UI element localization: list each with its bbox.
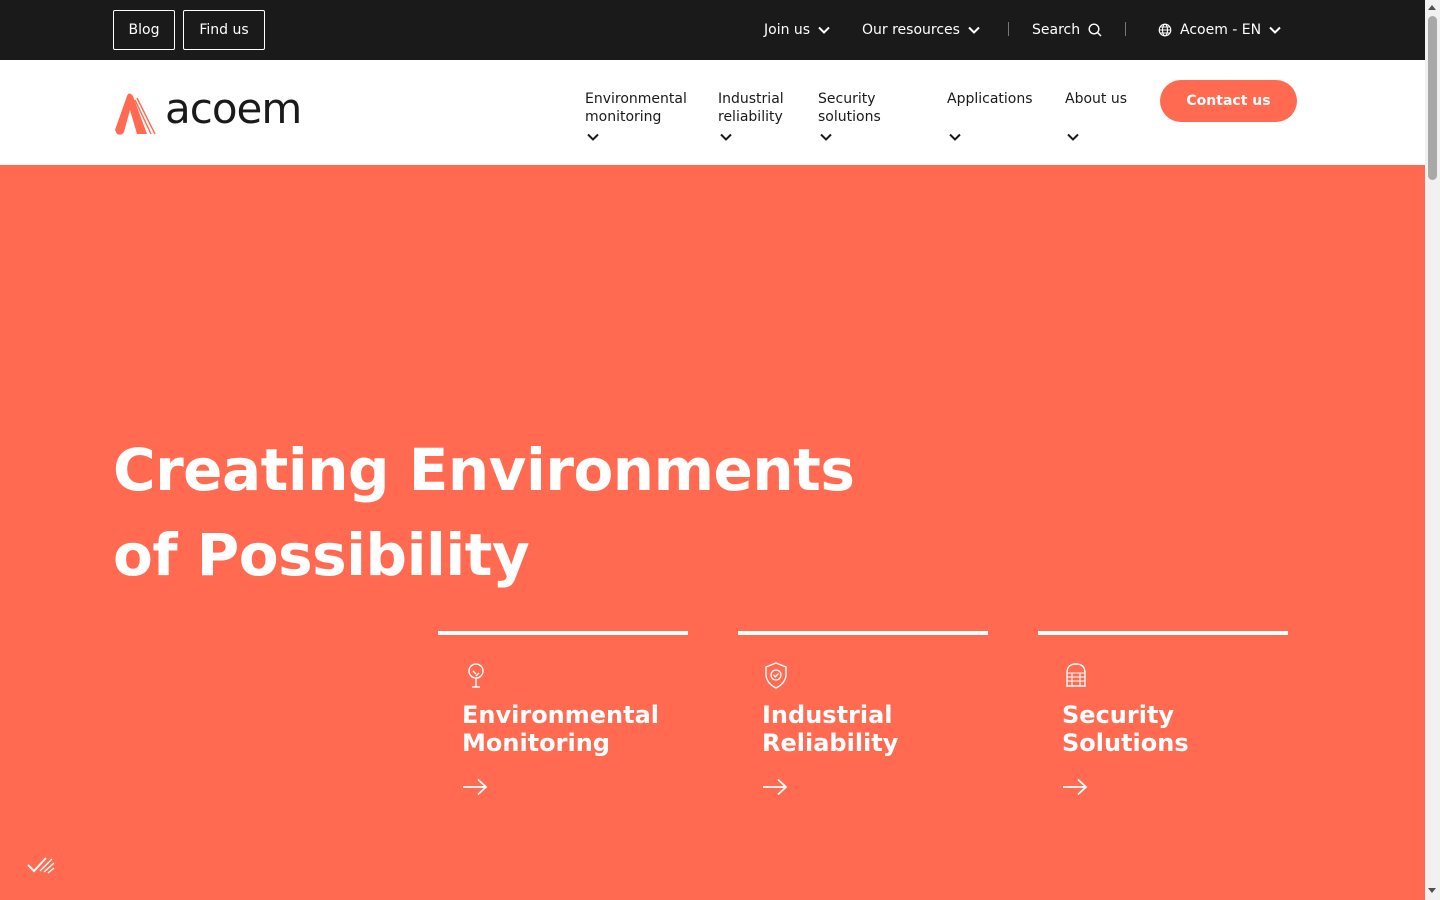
card-title: Environmental Monitoring — [462, 701, 672, 757]
arrow-right-icon — [1063, 778, 1088, 796]
globe-icon — [1158, 23, 1172, 37]
logo-mark-icon — [115, 93, 156, 135]
double-check-icon[interactable] — [26, 855, 56, 875]
language-label: Acoem - EN — [1180, 22, 1262, 38]
nav-environmental-monitoring[interactable]: Environmental monitoring — [585, 90, 695, 141]
card-title: Industrial Reliability — [762, 701, 972, 757]
hero-title: Creating Environments of Possibility — [113, 428, 1013, 598]
nav-label: Environmental monitoring — [585, 91, 687, 125]
chevron-down-icon — [1269, 26, 1281, 34]
our-resources-menu[interactable]: Our resources — [862, 18, 980, 42]
nav-security-solutions[interactable]: Security solutions — [818, 90, 898, 141]
search-button[interactable]: Search — [1032, 18, 1102, 42]
top-utility-bar: Blog Find us Join us Our resources Searc… — [0, 0, 1425, 60]
nav-label: About us — [1065, 91, 1128, 107]
hero-title-line-1: Creating Environments — [113, 436, 855, 504]
card-title-line-2: Monitoring — [462, 729, 610, 757]
chevron-down-icon — [818, 26, 830, 34]
arrow-right-icon — [763, 778, 788, 796]
card-title: Security Solutions — [1062, 701, 1272, 757]
nav-label: Industrial reliability — [718, 91, 784, 125]
blog-button[interactable]: Blog — [113, 10, 175, 50]
card-title-line-2: Reliability — [762, 729, 899, 757]
language-selector[interactable]: Acoem - EN — [1158, 18, 1281, 42]
chevron-down-icon — [1067, 133, 1079, 141]
chevron-down-icon — [820, 133, 832, 141]
divider — [1008, 22, 1009, 36]
card-industrial-reliability[interactable]: Industrial Reliability — [738, 631, 988, 811]
shield-check-icon — [765, 662, 787, 689]
contact-us-button[interactable]: Contact us — [1160, 80, 1297, 122]
search-icon — [1088, 23, 1102, 37]
security-device-icon — [1066, 663, 1086, 687]
acoem-logo[interactable]: acoem — [113, 84, 313, 136]
join-us-menu[interactable]: Join us — [764, 18, 830, 42]
card-title-line-1: Industrial — [762, 701, 893, 729]
join-us-label: Join us — [764, 22, 811, 38]
our-resources-label: Our resources — [862, 22, 960, 38]
chevron-down-icon — [949, 133, 961, 141]
nav-label: Security solutions — [818, 91, 881, 125]
chevron-down-icon — [720, 133, 732, 141]
card-environmental-monitoring[interactable]: Environmental Monitoring — [438, 631, 688, 811]
find-us-button[interactable]: Find us — [183, 10, 265, 50]
divider — [1125, 22, 1126, 36]
nav-industrial-reliability[interactable]: Industrial reliability — [718, 90, 798, 141]
logo-wordmark: acoem — [165, 84, 302, 133]
chevron-down-icon — [587, 133, 599, 141]
scroll-up-arrow[interactable] — [1428, 5, 1436, 10]
nav-label: Applications — [947, 91, 1033, 107]
hero-title-line-2: of Possibility — [113, 521, 530, 589]
card-title-line-1: Environmental — [462, 701, 660, 729]
search-label: Search — [1032, 22, 1081, 38]
vertical-scrollbar[interactable] — [1425, 0, 1440, 900]
scrollbar-thumb[interactable] — [1428, 16, 1437, 180]
card-title-line-2: Solutions — [1062, 729, 1189, 757]
nav-about-us[interactable]: About us — [1065, 90, 1145, 141]
main-header: acoem Environmental monitoring Industria… — [0, 60, 1425, 165]
nav-applications[interactable]: Applications — [947, 90, 1047, 141]
card-security-solutions[interactable]: Security Solutions — [1038, 631, 1288, 811]
chevron-down-icon — [968, 26, 980, 34]
tree-icon — [468, 663, 484, 688]
arrow-right-icon — [463, 778, 488, 796]
scroll-down-arrow[interactable] — [1428, 888, 1436, 893]
card-title-line-1: Security — [1062, 701, 1175, 729]
